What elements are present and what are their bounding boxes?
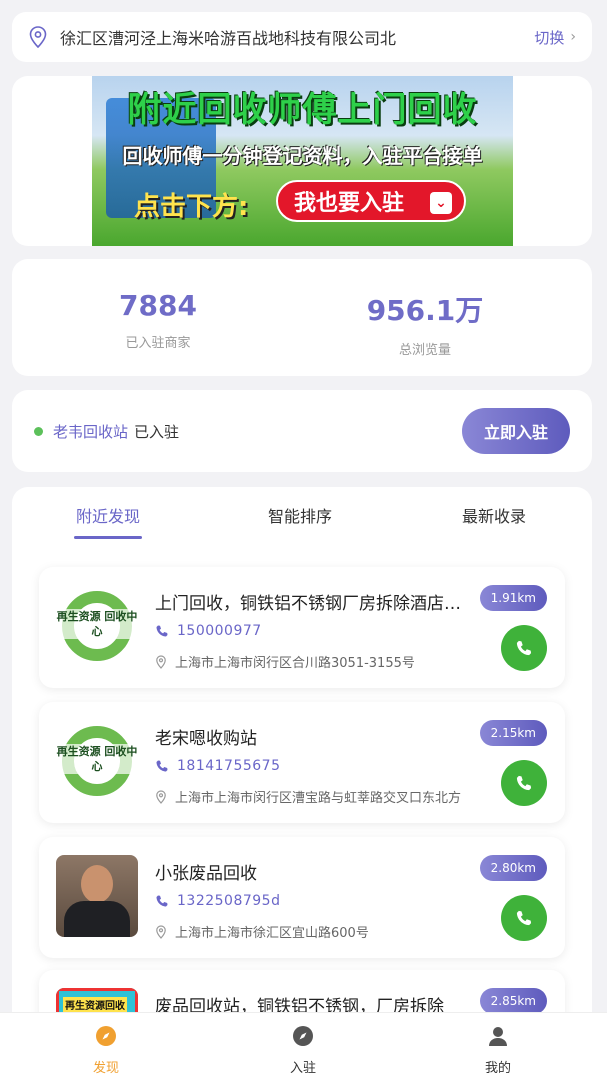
switch-location-button[interactable]: 切换 › xyxy=(534,27,576,48)
phone-icon xyxy=(516,910,532,926)
view-count-stat: 956.1万 总浏览量 xyxy=(325,289,525,358)
listing-tabs: 附近发现 智能排序 最新收录 xyxy=(12,487,592,547)
banner-cta-prompt: 点击下方: xyxy=(134,192,249,222)
phone-icon xyxy=(156,760,168,772)
phone-icon xyxy=(156,625,168,637)
recent-join-suffix: 已入驻 xyxy=(134,422,180,441)
phone-icon xyxy=(156,895,168,907)
recent-join-card: 老韦回收站 已入驻 立即入驻 xyxy=(12,390,592,472)
thumbnail-text: 再生资源 回收中心 xyxy=(56,609,138,639)
join-now-button[interactable]: 立即入驻 xyxy=(462,408,570,454)
view-count: 956.1万 xyxy=(366,294,484,327)
recent-merchant-name: 老韦回收站 xyxy=(53,422,129,441)
listing-title: 上门回收，铜铁铝不锈钢厂房拆除酒店设备 xyxy=(155,594,475,614)
promo-banner-card[interactable]: 附近回收师傅上门回收 回收师傅一分钟登记资料，入驻平台接单 点击下方: 我也要入… xyxy=(12,76,592,246)
banner-join-label: 我也要入驻 xyxy=(294,191,405,216)
phone-icon xyxy=(516,775,532,791)
nav-profile[interactable]: 我的 xyxy=(458,1025,538,1076)
thumbnail-text: 再生资源 回收中心 xyxy=(56,744,138,774)
call-button[interactable] xyxy=(501,625,547,671)
tab-latest[interactable]: 最新收录 xyxy=(462,503,526,527)
listing-title: 小张废品回收 xyxy=(155,864,257,884)
location-pin-icon xyxy=(29,26,47,48)
listing-item[interactable]: 再生资源 回收中心 老宋嗯收购站 1814‌1755675 上海市上海市闵行区漕… xyxy=(39,702,565,823)
listing-phone[interactable]: 15‌‌‌0000977 xyxy=(177,623,262,639)
nav-discover-label: 发现 xyxy=(92,1061,119,1076)
listing-thumbnail: 再生资源 回收中心 xyxy=(56,720,138,802)
tab-smart-sort[interactable]: 智能排序 xyxy=(268,503,332,527)
listing-thumbnail xyxy=(56,855,138,937)
banner-join-button[interactable]: 我也要入驻 ⌄ xyxy=(276,180,466,222)
banner-headline: 附近回收师傅上门回收 xyxy=(127,90,478,130)
call-button[interactable] xyxy=(501,895,547,941)
listing-phone[interactable]: 1814‌1755675 xyxy=(177,758,280,774)
listing-item[interactable]: 再生资源 回收中心 上门回收，铜铁铝不锈钢厂房拆除酒店设备 15‌‌‌00009… xyxy=(39,567,565,688)
distance-badge: 2.80km xyxy=(479,855,547,881)
tab-nearby[interactable]: 附近发现 xyxy=(76,503,140,527)
nav-discover[interactable]: 发现 xyxy=(66,1025,146,1076)
user-icon xyxy=(489,1027,507,1046)
call-button[interactable] xyxy=(501,760,547,806)
location-pin-icon xyxy=(156,654,166,669)
chevron-down-icon: ⌄ xyxy=(430,192,452,214)
merchant-count-label: 已入驻商家 xyxy=(125,336,191,351)
current-address: 徐汇区漕河泾上海米哈游百战地科技有限公司北 xyxy=(60,29,397,48)
listing-title: 老宋嗯收购站 xyxy=(155,729,257,749)
listings-panel: 附近发现 智能排序 最新收录 再生资源 回收中心 上门回收，铜铁铝不锈钢厂房拆除… xyxy=(12,487,592,1080)
listing-thumbnail: 再生资源 回收中心 xyxy=(56,585,138,667)
distance-badge: 2.85km xyxy=(479,988,547,1014)
chevron-right-icon: › xyxy=(570,29,576,45)
stats-card: 7884 已入驻商家 956.1万 总浏览量 xyxy=(12,259,592,376)
location-pin-icon xyxy=(156,924,166,939)
location-pin-icon xyxy=(156,789,166,804)
distance-badge: 2.15km xyxy=(479,720,547,746)
nav-join[interactable]: 入驻 xyxy=(263,1025,343,1076)
distance-badge: 1.91km xyxy=(479,585,547,611)
compass-icon xyxy=(96,1026,116,1046)
bottom-navigation: 发现 入驻 我的 xyxy=(0,1012,607,1080)
listing-address: 上海市上海市徐汇区宜山路600号 xyxy=(175,926,369,941)
listing-address: 上海市上海市闵行区漕宝路与虹莘路交叉口东北方 xyxy=(175,791,462,806)
compass-icon xyxy=(293,1026,313,1046)
nav-join-label: 入驻 xyxy=(289,1061,316,1076)
nav-profile-label: 我的 xyxy=(484,1061,511,1076)
merchant-count-stat: 7884 已入驻商家 xyxy=(58,289,258,351)
merchant-count: 7884 xyxy=(119,289,197,322)
switch-label: 切换 xyxy=(534,28,565,47)
listing-address: 上海市上海市闵行区合川路3051-3155号 xyxy=(175,656,415,671)
promo-banner[interactable]: 附近回收师傅上门回收 回收师傅一分钟登记资料，入驻平台接单 点击下方: 我也要入… xyxy=(92,76,513,246)
listing-item[interactable]: 小张废品回收 13‌‌22508795d 上海市上海市徐汇区宜山路600号 2.… xyxy=(39,837,565,958)
thumbnail-text: 再生资源回收 xyxy=(63,997,127,1012)
view-count-label: 总浏览量 xyxy=(398,343,451,358)
location-bar[interactable]: 徐汇区漕河泾上海米哈游百战地科技有限公司北 切换 › xyxy=(12,12,592,62)
active-tab-indicator xyxy=(74,536,142,539)
listing-phone[interactable]: 13‌‌22508795d xyxy=(177,893,280,909)
phone-icon xyxy=(516,640,532,656)
banner-subheadline: 回收师傅一分钟登记资料，入驻平台接单 xyxy=(122,144,483,168)
status-dot xyxy=(34,426,43,436)
